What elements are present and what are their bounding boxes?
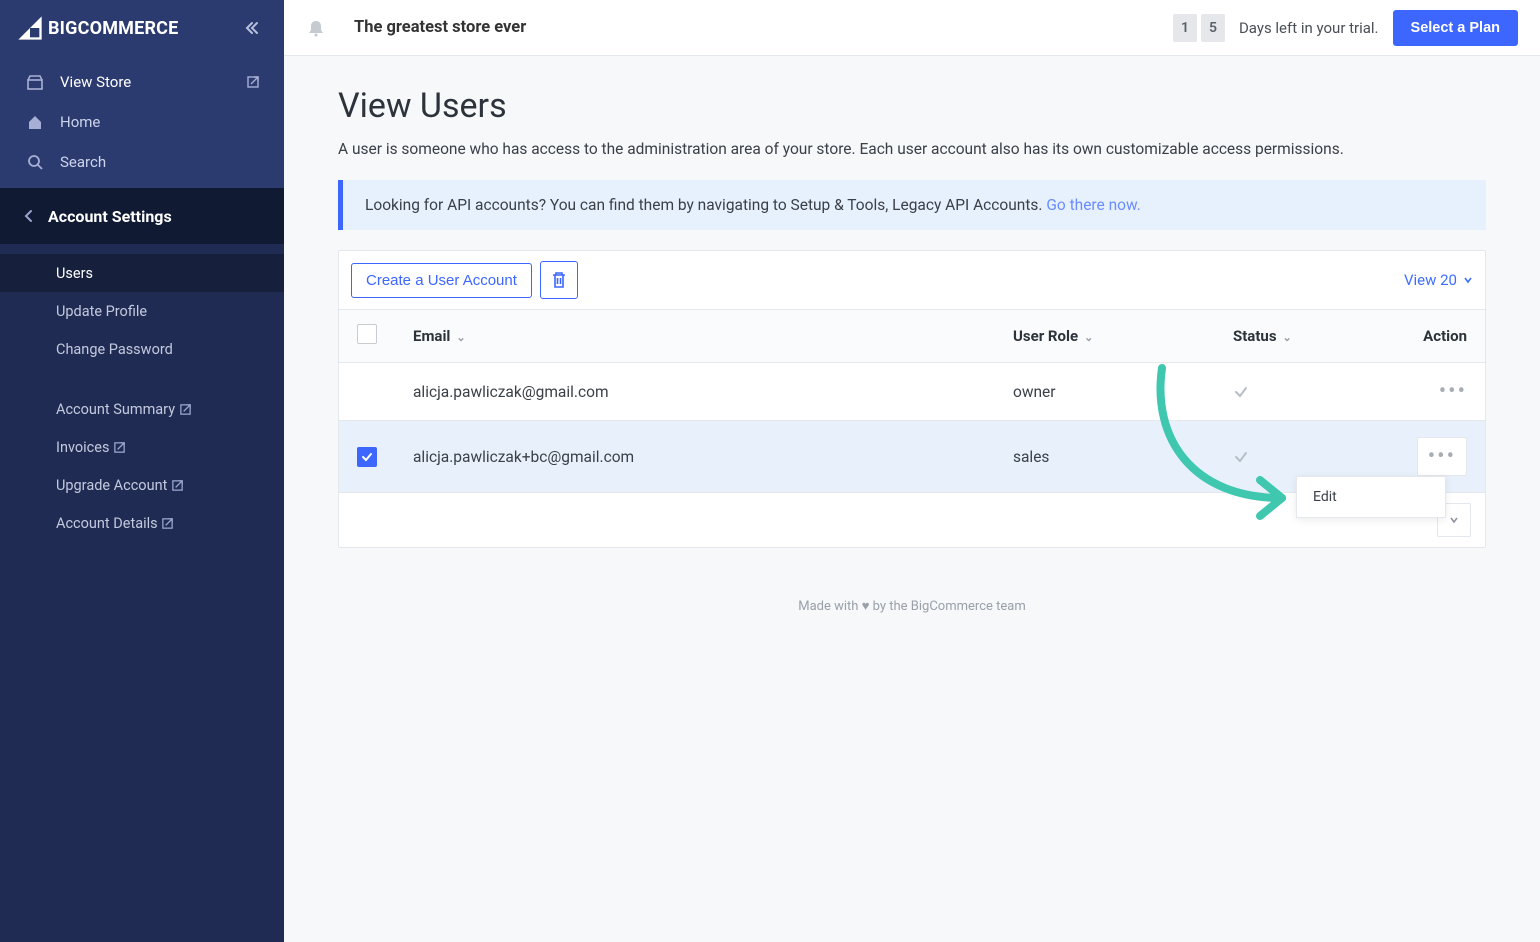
- chevron-down-icon: [1448, 514, 1460, 526]
- column-header-role[interactable]: User Role⌄: [995, 310, 1215, 363]
- brand-text: BIGCOMMERCE: [48, 18, 179, 39]
- sidebar-primary-nav: View Store Home Search: [0, 56, 284, 188]
- cell-email[interactable]: alicja.pawliczak+bc@gmail.com: [395, 421, 995, 493]
- sidebar-item-label: Users: [56, 265, 93, 282]
- sidebar-collapse-button[interactable]: [238, 14, 266, 42]
- select-all-checkbox[interactable]: [357, 324, 377, 344]
- card-toolbar: Create a User Account View 20: [339, 251, 1485, 310]
- sidebar-item-change-password[interactable]: Change Password: [0, 330, 284, 368]
- sidebar-item-search[interactable]: Search: [0, 142, 284, 182]
- check-icon: [361, 451, 373, 463]
- sidebar-item-label: Update Profile: [56, 303, 147, 320]
- home-icon: [24, 113, 46, 131]
- notifications-button[interactable]: [306, 18, 326, 38]
- info-text: Looking for API accounts? You can find t…: [365, 196, 1046, 214]
- store-name: The greatest store ever: [354, 18, 526, 37]
- sidebar-item-label: Account Summary: [56, 401, 175, 418]
- sidebar-item-update-profile[interactable]: Update Profile: [0, 292, 284, 330]
- page-subtitle: A user is someone who has access to the …: [338, 140, 1486, 158]
- sidebar-item-label: Invoices: [56, 439, 109, 456]
- delete-button[interactable]: [540, 261, 578, 299]
- sidebar-section-title: Account Settings: [48, 207, 172, 226]
- brand-logo[interactable]: BIGCOMMERCE: [16, 14, 179, 42]
- chevron-down-icon: [1463, 275, 1473, 285]
- bell-icon: [306, 18, 326, 38]
- sidebar-header: BIGCOMMERCE: [0, 0, 284, 56]
- info-banner: Looking for API accounts? You can find t…: [338, 180, 1486, 230]
- column-header-status[interactable]: Status⌄: [1215, 310, 1365, 363]
- select-plan-button[interactable]: Select a Plan: [1393, 10, 1518, 46]
- external-link-icon: [113, 441, 126, 454]
- sidebar-item-label: Home: [60, 113, 100, 131]
- store-icon: [24, 73, 46, 91]
- table-row: alicja.pawliczak@gmail.com owner •••: [339, 363, 1485, 421]
- sort-icon: ⌄: [1084, 331, 1093, 344]
- sidebar: BIGCOMMERCE View Store Home Search Accou…: [0, 0, 284, 702]
- trial-banner: 1 5 Days left in your trial. Select a Pl…: [1173, 10, 1518, 46]
- sidebar-item-label: Upgrade Account: [56, 477, 167, 494]
- external-link-icon: [161, 517, 174, 530]
- cell-email[interactable]: alicja.pawliczak@gmail.com: [395, 363, 995, 421]
- row-actions-button[interactable]: •••: [1417, 437, 1467, 476]
- column-header-checkbox: [339, 310, 395, 363]
- check-icon: [1233, 449, 1347, 465]
- cell-status: [1215, 363, 1365, 421]
- external-link-icon: [179, 403, 192, 416]
- sidebar-subnav: Users Update Profile Change Password Acc…: [0, 244, 284, 942]
- sidebar-item-users[interactable]: Users: [0, 254, 284, 292]
- footer-credit: Made with ♥ by the BigCommerce team: [338, 598, 1486, 614]
- create-user-button[interactable]: Create a User Account: [351, 263, 532, 298]
- trial-digit: 1: [1173, 14, 1197, 42]
- sort-icon: ⌄: [456, 331, 465, 344]
- row-checkbox[interactable]: [357, 447, 377, 467]
- sidebar-item-label: Change Password: [56, 341, 173, 358]
- row-actions-button[interactable]: •••: [1439, 379, 1467, 404]
- sidebar-item-upgrade-account[interactable]: Upgrade Account: [0, 466, 284, 504]
- external-link-icon: [246, 75, 260, 89]
- row-actions-menu: Edit: [1296, 476, 1446, 518]
- cell-action: •••: [1365, 363, 1485, 421]
- cell-role: owner: [995, 363, 1215, 421]
- action-edit[interactable]: Edit: [1297, 477, 1445, 517]
- sidebar-item-invoices[interactable]: Invoices: [0, 428, 284, 466]
- sidebar-section-account-settings[interactable]: Account Settings: [0, 188, 284, 244]
- chevron-double-left-icon: [244, 20, 260, 36]
- trial-days-counter: 1 5: [1173, 14, 1225, 42]
- view-count-label: View 20: [1404, 271, 1457, 289]
- sidebar-item-label: Account Details: [56, 515, 158, 532]
- sidebar-item-home[interactable]: Home: [0, 102, 284, 142]
- sidebar-item-account-details[interactable]: Account Details: [0, 504, 284, 542]
- sidebar-item-label: Search: [60, 153, 106, 171]
- main-content: View Users A user is someone who has acc…: [284, 56, 1540, 702]
- trash-icon: [551, 271, 567, 289]
- external-link-icon: [171, 479, 184, 492]
- sidebar-item-label: View Store: [60, 73, 131, 91]
- check-icon: [1233, 384, 1347, 400]
- page-title: View Users: [338, 86, 1486, 126]
- sidebar-item-account-summary[interactable]: Account Summary: [0, 390, 284, 428]
- column-header-email[interactable]: Email⌄: [395, 310, 995, 363]
- topbar: The greatest store ever 1 5 Days left in…: [284, 0, 1540, 56]
- info-link[interactable]: Go there now.: [1046, 196, 1140, 214]
- chevron-left-icon: [24, 209, 34, 223]
- sidebar-item-view-store[interactable]: View Store: [0, 62, 284, 102]
- sort-icon: ⌄: [1283, 331, 1292, 344]
- search-icon: [24, 153, 46, 171]
- trial-digit: 5: [1201, 14, 1225, 42]
- logo-icon: [16, 14, 44, 42]
- trial-text: Days left in your trial.: [1239, 19, 1379, 37]
- cell-role: sales: [995, 421, 1215, 493]
- view-count-selector[interactable]: View 20: [1404, 271, 1473, 289]
- column-header-action: Action: [1365, 310, 1485, 363]
- users-table: Email⌄ User Role⌄ Status⌄ Action alicja.…: [339, 310, 1485, 493]
